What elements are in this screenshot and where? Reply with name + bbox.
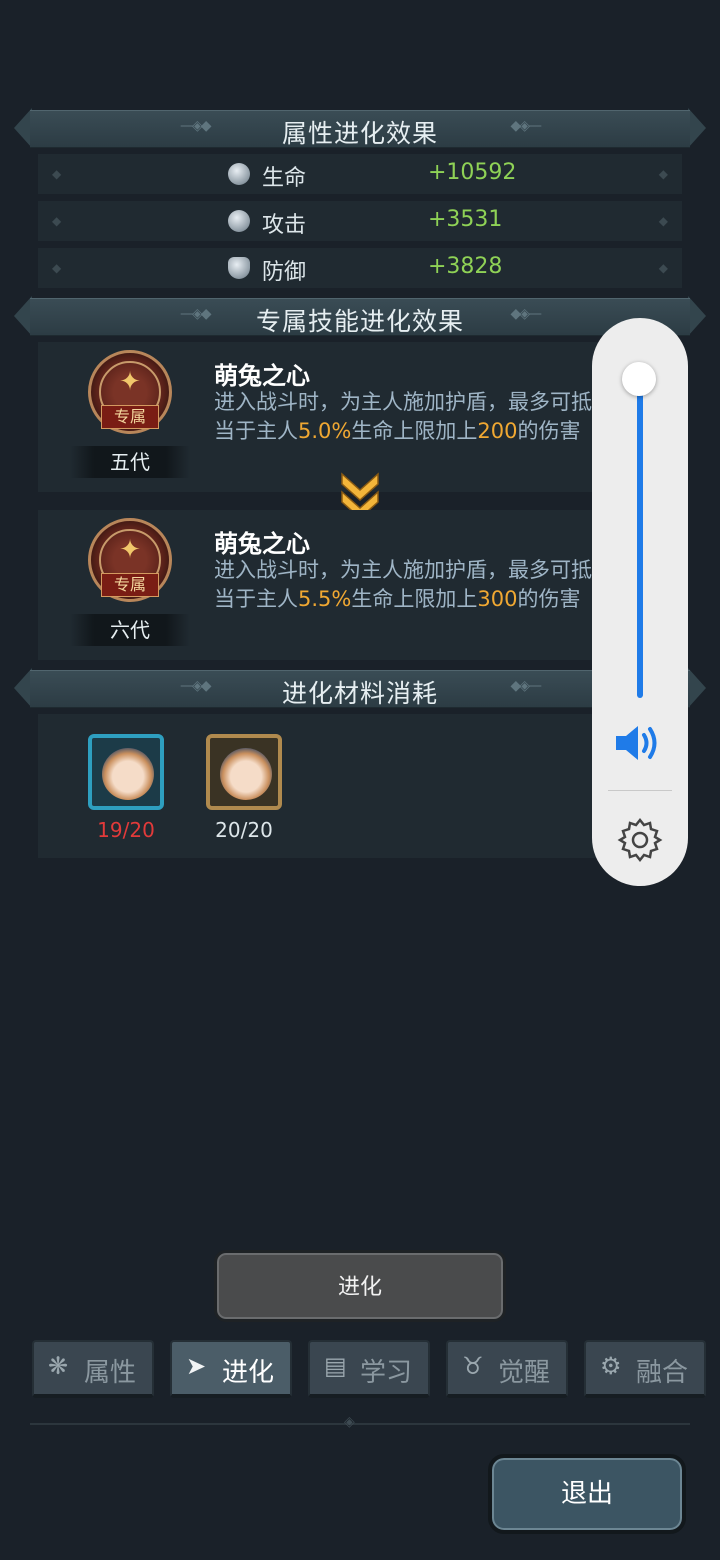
generation-label: 六代 bbox=[70, 614, 190, 646]
paw-icon: ❋ bbox=[48, 1352, 69, 1380]
stat-row-attack: ◆ ◆ 攻击 +3531 bbox=[38, 201, 682, 241]
generation-label: 五代 bbox=[70, 446, 190, 478]
volume-panel bbox=[592, 318, 688, 886]
tab-attributes[interactable]: ❋ 属性 bbox=[32, 1340, 154, 1398]
volume-slider-track[interactable] bbox=[637, 380, 643, 698]
claw-icon: ✦ bbox=[119, 367, 141, 397]
volume-divider bbox=[608, 790, 672, 791]
character-portrait-icon bbox=[220, 748, 272, 800]
material-item-2[interactable] bbox=[206, 734, 282, 810]
heart-gem-icon bbox=[228, 163, 250, 185]
tab-fusion[interactable]: ⚙ 融合 bbox=[584, 1340, 706, 1398]
skill-name: 萌兔之心 bbox=[214, 530, 310, 558]
tab-evolve[interactable]: ➤ 进化 bbox=[170, 1340, 292, 1398]
volume-slider-handle[interactable] bbox=[622, 362, 656, 396]
material-count-2: 20/20 bbox=[215, 818, 273, 842]
stat-value: +3828 bbox=[428, 254, 503, 279]
exclusive-tag: 专属 bbox=[101, 573, 159, 597]
fusion-icon: ⚙ bbox=[600, 1352, 622, 1380]
stat-value: +10592 bbox=[428, 160, 517, 185]
arrow-up-icon: ➤ bbox=[186, 1352, 207, 1380]
stat-row-hp: ◆ ◆ 生命 +10592 bbox=[38, 154, 682, 194]
stat-name: 生命 bbox=[262, 166, 307, 191]
claw-icon: ✦ bbox=[119, 535, 141, 565]
shield-icon bbox=[228, 257, 250, 279]
speaker-icon[interactable] bbox=[612, 720, 668, 766]
stat-name: 防御 bbox=[262, 260, 307, 285]
skill-panel-next: ✦ 专属 六代 萌兔之心 进入战斗时，为主人施加护盾，最多可抵挡相 当于主人5.… bbox=[38, 510, 682, 660]
stat-row-defense: ◆ ◆ 防御 +3828 bbox=[38, 248, 682, 288]
material-count-1: 19/20 bbox=[97, 818, 155, 842]
stat-value: +3531 bbox=[428, 207, 503, 232]
stat-name: 攻击 bbox=[262, 213, 307, 238]
evolve-button[interactable]: 进化 bbox=[214, 1250, 506, 1322]
character-portrait-icon bbox=[102, 748, 154, 800]
sword-gem-icon bbox=[228, 210, 250, 232]
exit-button[interactable]: 退出 bbox=[488, 1454, 686, 1534]
tab-learn[interactable]: ▤ 学习 bbox=[308, 1340, 430, 1398]
exclusive-tag: 专属 bbox=[101, 405, 159, 429]
tab-awaken[interactable]: ♉ 觉醒 bbox=[446, 1340, 568, 1398]
skill-emblem: ✦ 专属 bbox=[88, 350, 172, 434]
gear-icon[interactable] bbox=[616, 816, 664, 864]
skill-section-banner: —◈◆ ◆◈— 专属技能进化效果 bbox=[14, 296, 706, 336]
divider: ◈ bbox=[30, 1414, 690, 1430]
material-panel: 19/20 20/20 bbox=[38, 714, 682, 858]
material-item-1[interactable] bbox=[88, 734, 164, 810]
book-icon: ▤ bbox=[324, 1352, 347, 1380]
attr-section-title: 属性进化效果 bbox=[281, 119, 438, 148]
beast-head-icon: ♉ bbox=[462, 1352, 484, 1380]
skill-name: 萌兔之心 bbox=[214, 362, 310, 390]
skill-emblem: ✦ 专属 bbox=[88, 518, 172, 602]
attr-section-banner: —◈◆ ◆◈— 属性进化效果 bbox=[14, 108, 706, 148]
skill-section-title: 专属技能进化效果 bbox=[255, 307, 464, 336]
